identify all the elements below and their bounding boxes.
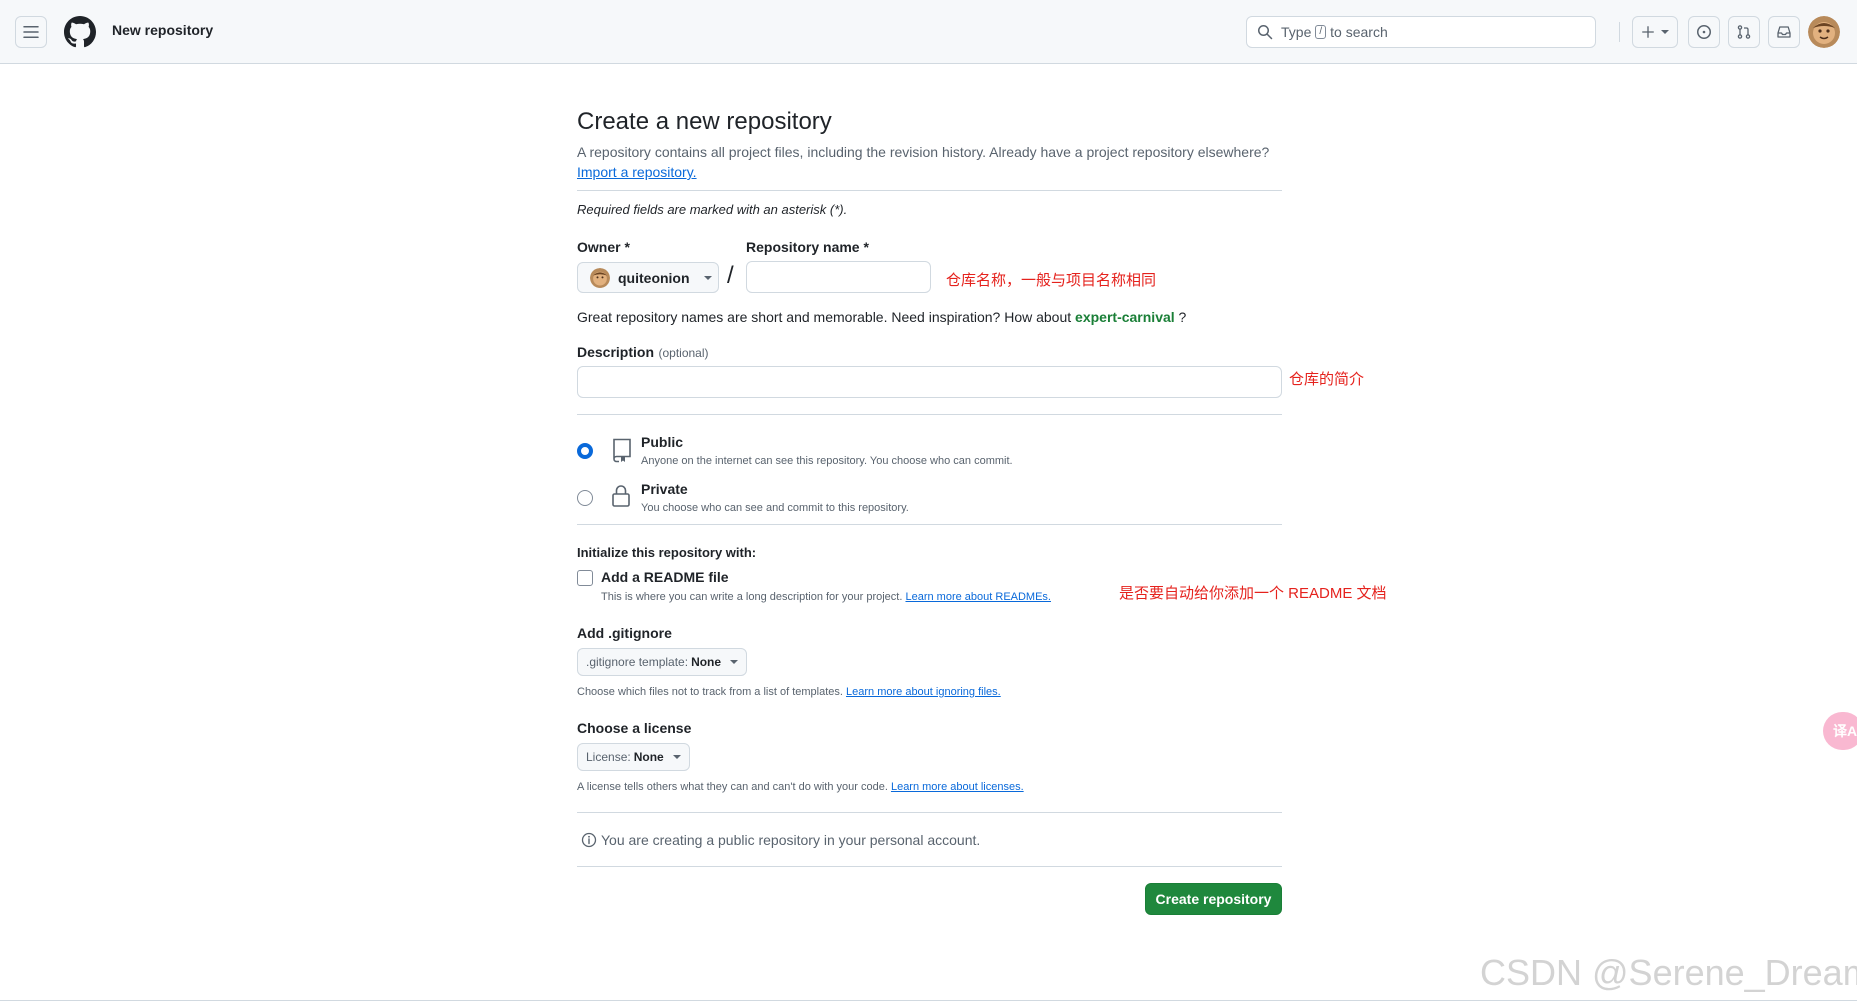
annotation-repo-name: 仓库名称，一般与项目名称相同 [946,272,1157,289]
license-learn-more-link[interactable]: Learn more about licenses. [891,781,1024,793]
add-readme-label[interactable]: Add a README file [601,569,729,585]
license-select-value: None [633,750,664,764]
public-option-desc: Anyone on the internet can see this repo… [641,455,1013,467]
init-heading: Initialize this repository with: [577,545,757,560]
chevron-down-icon [703,275,712,280]
private-option-desc: You choose who can see and commit to thi… [641,502,909,514]
translate-icon: 译A [1833,723,1857,739]
hint-text: Great repository names are short and mem… [577,309,1072,325]
owner-avatar [590,267,610,288]
user-avatar[interactable] [1808,16,1840,48]
gitignore-heading: Add .gitignore [577,625,672,641]
divider [577,866,1282,867]
page-subtitle: A repository contains all project files,… [577,144,1269,160]
hint-suffix: ? [1178,309,1187,325]
hamburger-icon [23,24,39,40]
create-repository-button[interactable]: Create repository [1145,883,1282,915]
license-dropdown[interactable]: License: None [577,743,690,771]
repository-name-input[interactable] [746,261,931,293]
public-radio[interactable] [577,443,593,459]
license-help-text: A license tells others what they can and… [577,781,888,793]
divider [577,414,1282,415]
readme-help-text: This is where you can write a long descr… [601,591,903,603]
search-input[interactable]: Type / to search [1246,16,1596,48]
owner-repo-separator: / [727,262,734,289]
lock-icon [611,484,631,508]
license-select-prefix: License: [586,750,631,764]
page-context-title: New repository [112,22,214,38]
add-readme-checkbox[interactable] [577,570,593,586]
inbox-icon [1776,24,1792,40]
gitignore-help-text: Choose which files not to track from a l… [577,686,843,698]
plus-icon [1641,25,1655,39]
gitignore-select-prefix: .gitignore template: [586,655,689,669]
import-repository-link[interactable]: Import a repository. [577,164,697,180]
info-note: You are creating a public repository in … [581,832,980,848]
gitignore-template-dropdown[interactable]: .gitignore template: None [577,648,748,676]
license-heading: Choose a license [577,720,692,736]
gitignore-select-value: None [691,655,722,669]
chevron-down-icon [1661,30,1669,34]
translate-widget[interactable]: 译A [1823,712,1857,750]
watermark: CSDN @Serene_Dream [1480,952,1857,993]
pull-requests-button[interactable] [1728,16,1760,48]
app-header: New repository Type / to search [0,0,1857,64]
info-note-text: You are creating a public repository in … [601,832,981,848]
git-pull-request-icon [1736,24,1752,40]
inbox-button[interactable] [1768,16,1800,48]
owner-dropdown[interactable]: quiteonion [577,262,719,293]
issue-opened-icon [1696,24,1712,40]
annotation-readme: 是否要自动给你添加一个 README 文档 [1119,585,1387,602]
owner-label: Owner * [577,239,630,255]
repo-icon [611,437,633,463]
subtitle-text: A repository contains all project files,… [577,144,1270,160]
owner-value: quiteonion [618,269,690,286]
repo-name-label: Repository name * [746,239,869,255]
bottom-edge [0,1000,1857,1008]
private-radio[interactable] [577,490,593,506]
optional-tag: (optional) [658,346,709,360]
readme-learn-more-link[interactable]: Learn more about READMEs. [905,591,1051,603]
divider [577,812,1282,813]
info-icon [581,832,597,848]
issues-button[interactable] [1688,16,1720,48]
description-label: Description (optional) [577,344,709,362]
chevron-down-icon [672,755,681,759]
gitignore-learn-more-link[interactable]: Learn more about ignoring files. [846,686,1001,698]
page-title: Create a new repository [577,108,832,135]
public-option-title: Public [641,434,684,450]
description-label-text: Description [577,344,655,360]
divider [577,190,1282,191]
private-option-title: Private [641,481,688,497]
suggested-name-button[interactable]: expert-carnival [1075,309,1175,325]
annotation-description: 仓库的简介 [1289,371,1365,388]
menu-button[interactable] [15,16,47,48]
readme-help: This is where you can write a long descr… [601,591,1051,603]
search-icon [1257,24,1273,40]
required-fields-note: Required fields are marked with an aster… [577,202,848,217]
create-new-button[interactable] [1632,16,1678,48]
chevron-down-icon [730,660,739,664]
search-prefix: Type [1281,24,1312,40]
search-shortcut-key: / [1315,25,1327,39]
github-logo-icon[interactable] [64,16,96,48]
gitignore-help: Choose which files not to track from a l… [577,686,1001,698]
name-suggestion-hint: Great repository names are short and mem… [577,309,1186,325]
header-divider [1619,22,1620,42]
divider [577,524,1282,525]
search-suffix: to search [1330,24,1388,40]
license-help: A license tells others what they can and… [577,781,1024,793]
description-input[interactable] [577,366,1282,398]
